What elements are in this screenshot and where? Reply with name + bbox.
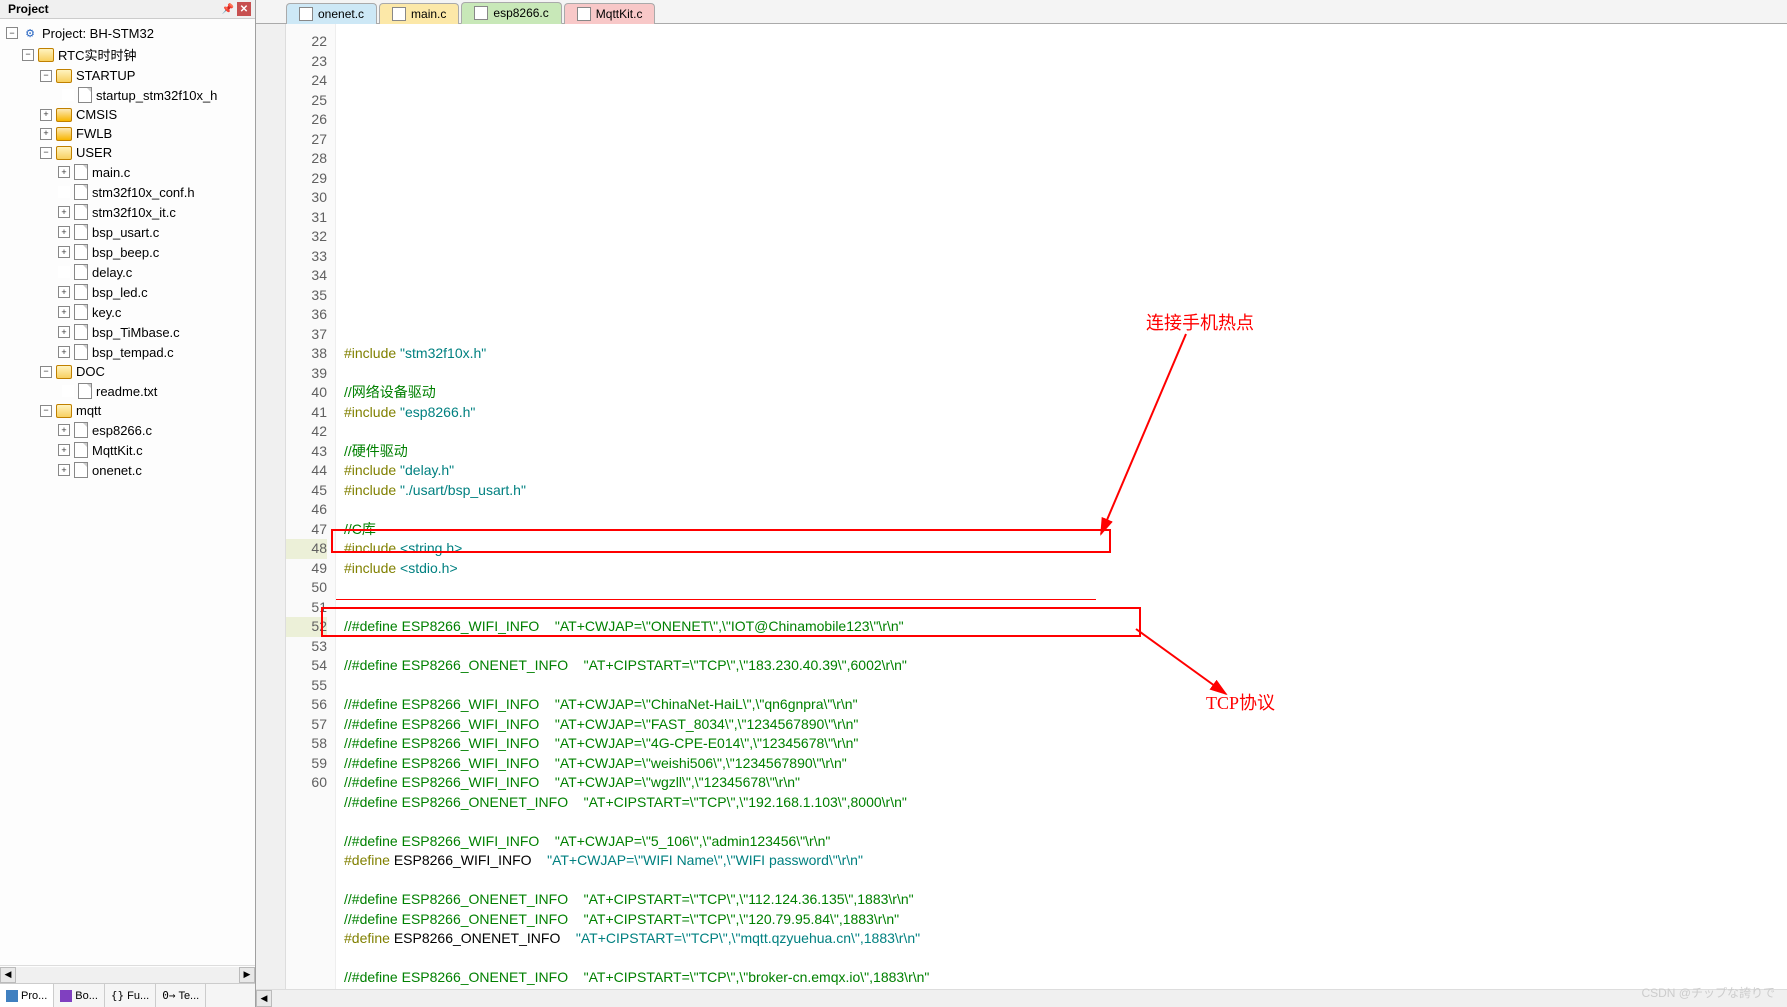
cmsis-label: CMSIS [76,107,117,122]
code-content[interactable]: 连接手机热点 TCP协议 #include "stm32f10x.h"//网络设… [336,24,1787,989]
tree-fwlb[interactable]: + FWLB [0,124,255,143]
hscroll-left-icon[interactable]: ◀ [256,990,272,1007]
file-label: bsp_usart.c [92,225,159,240]
tab-onenet[interactable]: onenet.c [286,3,377,24]
tree-mqtt-file[interactable]: +esp8266.c [0,420,255,440]
file-label: bsp_beep.c [92,245,159,260]
tree-readme[interactable]: readme.txt [0,381,255,401]
tree-cmsis[interactable]: + CMSIS [0,105,255,124]
wifi-annotation: 连接手机热点 [1146,314,1254,334]
mqtt-label: mqtt [76,403,101,418]
tree-doc[interactable]: − DOC [0,362,255,381]
rtc-label: RTC实时时钟 [58,45,136,64]
panel-header: Project 📌 ✕ [0,0,255,19]
tree-user-file[interactable]: +bsp_led.c [0,282,255,302]
fold-gutter[interactable] [256,24,286,989]
tree-rtc[interactable]: − RTC实时时钟 [0,43,255,66]
tree-user-file[interactable]: +bsp_usart.c [0,222,255,242]
tree-user-file[interactable]: stm32f10x_conf.h [0,182,255,202]
editor-tab-bar: onenet.c main.c esp8266.c MqttKit.c [256,0,1787,24]
watermark: CSDN @チップな誇りで [1641,984,1775,1001]
code-editor[interactable]: 2223242526272829303132333435363738394041… [256,24,1787,989]
tree-user[interactable]: − USER [0,143,255,162]
tree-mqtt-file[interactable]: +onenet.c [0,460,255,480]
readme-label: readme.txt [96,384,157,399]
file-label: bsp_tempad.c [92,345,174,360]
tab-functions[interactable]: {}Fu... [105,984,156,1007]
root-label: Project: BH-STM32 [42,26,154,41]
file-label: key.c [92,305,121,320]
file-label: stm32f10x_it.c [92,205,176,220]
tree-mqtt-file[interactable]: +MqttKit.c [0,440,255,460]
scroll-left-icon[interactable]: ◀ [0,967,16,983]
file-label: main.c [92,165,130,180]
tcp-annotation: TCP协议 [1206,694,1275,714]
tree-user-file[interactable]: +key.c [0,302,255,322]
tree-user-file[interactable]: +main.c [0,162,255,182]
doc-label: DOC [76,364,105,379]
bottom-tabs: Pro... Bo... {}Fu... 0→Te... [0,983,255,1007]
file-label: onenet.c [92,463,142,478]
tree-user-file[interactable]: +bsp_tempad.c [0,342,255,362]
tree-user-file[interactable]: +stm32f10x_it.c [0,202,255,222]
file-label: delay.c [92,265,132,280]
tab-main[interactable]: main.c [379,3,459,24]
tab-project[interactable]: Pro... [0,984,54,1007]
tree-startup-file[interactable]: startup_stm32f10x_h [0,85,255,105]
scroll-right-icon[interactable]: ▶ [239,967,255,983]
project-tree[interactable]: −⚙ Project: BH-STM32 − RTC实时时钟 − STARTUP… [0,19,255,965]
file-label: esp8266.c [92,423,152,438]
tree-user-file[interactable]: +bsp_beep.c [0,242,255,262]
file-label: stm32f10x_conf.h [92,185,195,200]
tab-templates[interactable]: 0→Te... [156,984,206,1007]
tree-mqtt[interactable]: − mqtt [0,401,255,420]
pin-icon[interactable]: 📌 [221,2,235,16]
panel-title: Project [8,2,49,16]
editor-hscroll[interactable]: ◀ [256,989,1787,1007]
file-label: bsp_led.c [92,285,148,300]
strikethrough-line [336,599,1096,600]
tree-hscroll[interactable]: ◀ ▶ [0,965,255,983]
tree-user-file[interactable]: delay.c [0,262,255,282]
startup-file-label: startup_stm32f10x_h [96,88,217,103]
tree-root[interactable]: −⚙ Project: BH-STM32 [0,23,255,43]
tab-esp8266[interactable]: esp8266.c [461,2,561,24]
startup-label: STARTUP [76,68,135,83]
fwlb-label: FWLB [76,126,112,141]
project-panel: Project 📌 ✕ −⚙ Project: BH-STM32 − RTC实时… [0,0,256,1007]
line-numbers: 2223242526272829303132333435363738394041… [286,24,336,989]
editor-area: onenet.c main.c esp8266.c MqttKit.c 2223… [256,0,1787,1007]
tree-startup[interactable]: − STARTUP [0,66,255,85]
tab-mqttkit[interactable]: MqttKit.c [564,3,656,24]
file-label: bsp_TiMbase.c [92,325,180,340]
user-label: USER [76,145,112,160]
file-label: MqttKit.c [92,443,143,458]
tree-user-file[interactable]: +bsp_TiMbase.c [0,322,255,342]
tab-books[interactable]: Bo... [54,984,105,1007]
close-icon[interactable]: ✕ [237,2,251,16]
